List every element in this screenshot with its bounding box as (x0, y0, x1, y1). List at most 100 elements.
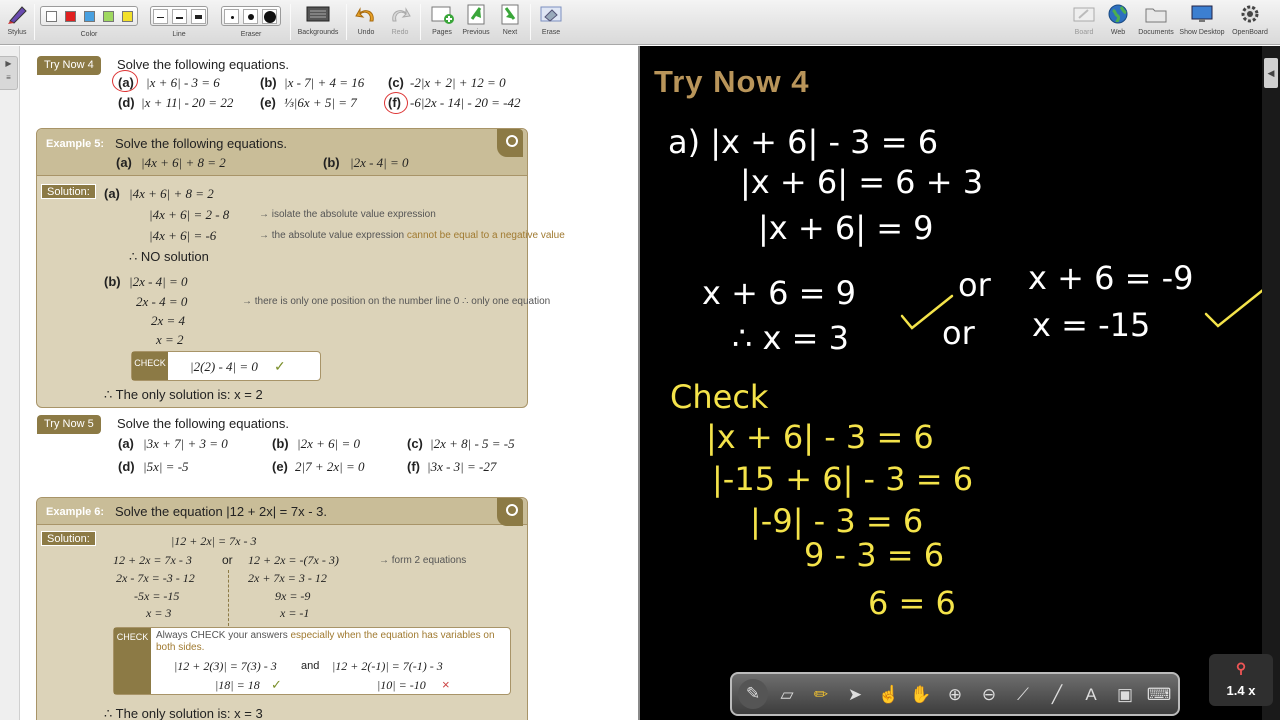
undo-button[interactable]: Undo (352, 3, 380, 37)
try4-e-equation: ⅓|6x + 5| = 7 (284, 95, 357, 110)
try-now-5-pill: Try Now 5 (37, 415, 101, 434)
example-6-title: Solve the equation |12 + 2x| = 7x - 3. (115, 504, 328, 519)
ex6-check-eq1: |12 + 2(3)| = 7(3) - 3 (174, 659, 277, 673)
ex5-sb-note2: → there is only one position on the numb… (242, 296, 551, 307)
eraser-large-button[interactable] (262, 9, 277, 24)
toolbar-separator (346, 4, 347, 40)
web-button[interactable]: Web (1104, 3, 1132, 37)
add-page-icon (429, 3, 455, 25)
zoom-out-tool-button[interactable]: ⊖ (976, 683, 1002, 707)
try5-f-label: (f) (407, 459, 420, 474)
side-collapse-tab[interactable]: ▶ ≡ (0, 56, 18, 90)
gear-icon (1237, 3, 1263, 25)
ex6-left-step2: 2x - 7x = -3 - 12 (116, 571, 195, 585)
eraser-tool-button[interactable]: ▱ (774, 683, 800, 707)
stylus-button[interactable]: Stylus (4, 3, 30, 37)
ex6-left-step1: 12 + 2x = 7x - 3 (113, 553, 192, 567)
color-swatch-white[interactable] (46, 11, 57, 22)
hand-icon: ✋ (910, 685, 932, 704)
example-6-box: Example 6: Solve the equation |12 + 2x| … (36, 497, 528, 720)
ex5-sb-step3: 2x = 4 (151, 313, 186, 328)
screen-capture-icon: ▣ (1116, 685, 1134, 704)
eraser-label: Eraser (240, 31, 262, 38)
try4-c-equation: -2|x + 2| + 12 = 0 (410, 75, 506, 90)
next-page-button[interactable]: Next (496, 3, 524, 37)
ex6-check-eq2: |12 + 2(-1)| = 7(-1) - 3 (332, 659, 443, 673)
documents-button[interactable]: Documents (1136, 3, 1176, 37)
hand-tool-button[interactable]: ✋ (908, 683, 934, 707)
openboard-menu-button[interactable]: OpenBoard (1230, 3, 1270, 37)
ex5-b-equation: |2x - 4| = 0 (350, 155, 409, 170)
ex6-left-step4: x = 3 (146, 606, 172, 620)
ex6-right-step2: 2x + 7x = 3 - 12 (248, 571, 327, 585)
backgrounds-button[interactable]: Backgrounds (296, 3, 340, 37)
ex6-check-result1: |18| = 18 (215, 678, 260, 692)
ex5-conclusion: ∴ The only solution is: x = 2 (104, 387, 263, 402)
erase-button[interactable]: Erase (537, 3, 565, 37)
capture-tool-button[interactable]: ▣ (1112, 683, 1138, 707)
color-swatch-blue[interactable] (84, 11, 95, 22)
color-swatch-yellow[interactable] (122, 11, 133, 22)
ex5-sa-note3-text: → the absolute value expression (259, 230, 405, 241)
board-side-strip: ◀ (1262, 46, 1280, 720)
keyboard-tool-button[interactable]: ⌨ (1146, 683, 1172, 707)
zoom-in-icon: ⊕ (947, 685, 963, 704)
line-thin-button[interactable] (153, 9, 168, 24)
ex6-right-step3: 9x = -9 (275, 589, 311, 603)
eraser-small-button[interactable] (224, 9, 239, 24)
try-now-4-title: Solve the following equations. (117, 57, 290, 72)
ex6-right-step4: x = -1 (280, 606, 310, 620)
handwriting-layer: a) |x + 6| - 3 = 6 |x + 6| = 6 + 3 |x + … (668, 123, 1270, 622)
try-now-4-pill: Try Now 4 (37, 56, 101, 75)
try5-e-equation: 2|7 + 2x| = 0 (295, 459, 365, 474)
ink-line-3: |x + 6| = 9 (758, 209, 934, 247)
document-pane: ▶ ≡ Try Now 4 Solve the following equatio… (0, 46, 638, 720)
line-medium-button[interactable] (172, 9, 187, 24)
ex6-check-tick-icon: ✓ (271, 677, 282, 692)
folder-icon (1143, 3, 1169, 25)
ink-check-mark-2 (1204, 284, 1270, 328)
toolbar-separator (530, 4, 531, 40)
zoom-indicator: ⚲ 1.4 x (1209, 654, 1273, 706)
ink-check-line-5: 6 = 6 (868, 584, 956, 622)
zoom-out-icon: ⊖ (981, 685, 997, 704)
ex6-conclusion: ∴ The only solution is: x = 3 (104, 706, 263, 720)
color-swatch-red[interactable] (65, 11, 76, 22)
pages-button[interactable]: Pages (428, 3, 456, 37)
ex6-left-step3: -5x = -15 (134, 589, 180, 603)
ink-check-line-2: |-15 + 6| - 3 = 6 (712, 460, 973, 498)
interact-tool-button[interactable]: ☝ (876, 683, 902, 707)
laser-pointer-tool-button[interactable]: ⟋ (1010, 683, 1036, 707)
try5-b-equation: |2x + 6| = 0 (297, 436, 360, 451)
pen-tool-button[interactable]: ✎ (738, 679, 768, 709)
eraser-medium-button[interactable] (243, 9, 258, 24)
previous-page-button[interactable]: Previous (461, 3, 491, 37)
text-tool-button[interactable]: A (1078, 683, 1104, 707)
zoom-in-tool-button[interactable]: ⊕ (942, 683, 968, 707)
line-thick-button[interactable] (191, 9, 206, 24)
board-icon (1071, 3, 1097, 25)
globe-icon (1105, 3, 1131, 25)
board-collapse-tab[interactable]: ◀ (1264, 58, 1278, 88)
whiteboard-canvas[interactable]: Try Now 4 a) |x + 6| - 3 = 6 |x + 6| = 6… (640, 46, 1280, 720)
highlighter-tool-button[interactable]: ✏ (808, 683, 834, 707)
tool-dock: ✎ ▱ ✏ ➤ ☝ ✋ ⊕ ⊖ ⟋ ╱ A ▣ ⌨ (730, 672, 1180, 716)
ink-line-2: |x + 6| = 6 + 3 (740, 163, 983, 201)
ex5-a-equation: |4x + 6| + 8 = 2 (141, 155, 226, 170)
ex5-sa-step1: |4x + 6| + 8 = 2 (129, 186, 214, 201)
show-desktop-button[interactable]: Show Desktop (1178, 3, 1226, 37)
redo-button[interactable]: Redo (386, 3, 414, 37)
ex5-check-tag: CHECK (132, 352, 168, 380)
select-tool-button[interactable]: ➤ (842, 683, 868, 707)
ex5-sol-a-label: (a) (104, 186, 120, 201)
board-button[interactable]: Board (1070, 3, 1098, 37)
color-swatch-green[interactable] (103, 11, 114, 22)
line-tool-button[interactable]: ╱ (1044, 683, 1070, 707)
keyboard-icon: ⌨ (1146, 685, 1172, 704)
ink-line-4a: x + 6 = 9 (702, 274, 856, 312)
ex5-sa-no-solution: ∴ NO solution (129, 249, 209, 264)
ex5-sa-step2: |4x + 6| = 2 - 8 (149, 207, 230, 222)
ex5-b-label: (b) (323, 155, 340, 170)
ex5-check-box: CHECK |2(2) - 4| = 0 ✓ (131, 351, 321, 381)
try4-f-equation: -6|2x - 14| - 20 = -42 (410, 95, 521, 110)
